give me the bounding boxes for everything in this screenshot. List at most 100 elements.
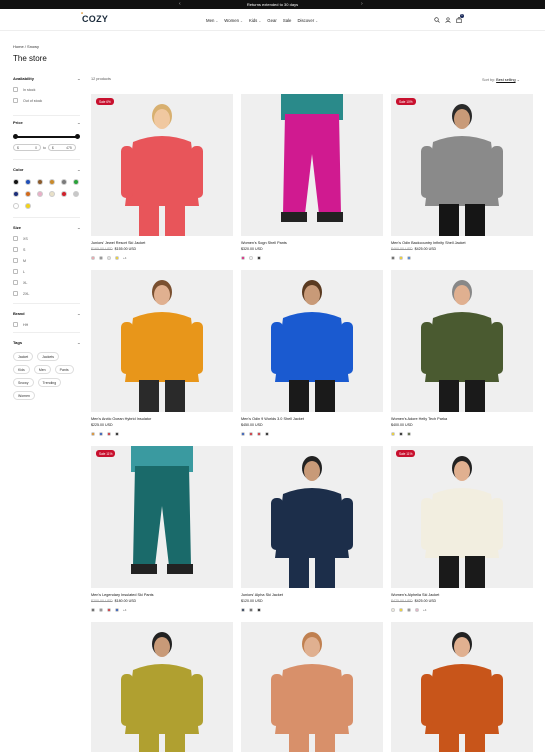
nav-item-discover[interactable]: Discover⌄ bbox=[297, 18, 318, 23]
product-image[interactable] bbox=[91, 622, 233, 752]
color-swatch[interactable] bbox=[73, 179, 79, 185]
product-card[interactable]: Women's Sogn Shell Pants $320.00 USD bbox=[241, 94, 383, 260]
filter-brand-header[interactable]: Brand – bbox=[13, 311, 80, 319]
user-icon[interactable] bbox=[445, 17, 451, 23]
chevron-right-icon[interactable]: › bbox=[361, 1, 363, 7]
color-swatch[interactable] bbox=[25, 179, 31, 185]
product-name[interactable]: Juniors' Alpha Ski Jacket bbox=[241, 593, 383, 597]
color-dot[interactable] bbox=[241, 608, 245, 612]
color-swatch[interactable] bbox=[25, 203, 31, 209]
product-card[interactable]: Men's Odin 9 Worlds 3.0 Shell Jacket $450… bbox=[241, 270, 383, 436]
product-image[interactable] bbox=[391, 270, 533, 412]
product-name[interactable]: Women's Sogn Shell Pants bbox=[241, 241, 383, 245]
color-dot[interactable] bbox=[115, 432, 119, 436]
color-dot[interactable] bbox=[99, 256, 103, 260]
nav-item-gear[interactable]: Gear bbox=[267, 18, 277, 23]
color-dot[interactable] bbox=[99, 432, 103, 436]
color-dot[interactable] bbox=[91, 608, 95, 612]
product-card[interactable]: Men's Arctic Ocean Hybrid Insulator $225.… bbox=[91, 270, 233, 436]
nav-item-kids[interactable]: Kids⌄ bbox=[249, 18, 261, 23]
color-dot[interactable] bbox=[241, 432, 245, 436]
color-dot[interactable] bbox=[399, 432, 403, 436]
nav-item-sale[interactable]: Sale bbox=[283, 18, 292, 23]
filter-option-out-of-stock[interactable]: Out of stock bbox=[13, 95, 80, 106]
tag-chip[interactable]: Kids bbox=[13, 365, 30, 374]
product-name[interactable]: Men's Odin Backcountry Infinity Shell Ja… bbox=[391, 241, 533, 245]
product-image[interactable] bbox=[241, 270, 383, 412]
price-max-handle[interactable] bbox=[75, 134, 80, 139]
filter-availability-header[interactable]: Availability – bbox=[13, 76, 80, 84]
filter-option-size[interactable]: L bbox=[13, 266, 80, 277]
color-swatch[interactable] bbox=[73, 191, 79, 197]
filter-option-in-stock[interactable]: In stock bbox=[13, 84, 80, 95]
product-card[interactable]: Sale 11% Women's Alphelia Ski Jacket $475.… bbox=[391, 446, 533, 612]
product-image[interactable] bbox=[241, 94, 383, 236]
product-image[interactable]: Sale 11% bbox=[91, 446, 233, 588]
product-card[interactable]: Sale 6% Juniors' Jewel Resort Ski Jacket $… bbox=[91, 94, 233, 260]
color-swatch[interactable] bbox=[49, 191, 55, 197]
tag-chip[interactable]: Pants bbox=[54, 365, 74, 374]
product-image[interactable] bbox=[391, 622, 533, 752]
color-dot[interactable] bbox=[265, 432, 269, 436]
price-min-handle[interactable] bbox=[13, 134, 18, 139]
product-name[interactable]: Men's Arctic Ocean Hybrid Insulator bbox=[91, 417, 233, 421]
product-image[interactable]: Sale 11% bbox=[391, 446, 533, 588]
price-to-field[interactable]: $475 bbox=[47, 144, 76, 151]
bag-icon[interactable]: 1 bbox=[456, 14, 464, 24]
color-dot[interactable] bbox=[391, 256, 395, 260]
color-swatch[interactable] bbox=[25, 191, 31, 197]
color-dot[interactable] bbox=[249, 256, 253, 260]
color-dot[interactable] bbox=[107, 608, 111, 612]
sort-dropdown[interactable]: Sort by: Best selling ⌄ bbox=[482, 77, 520, 82]
color-dot[interactable] bbox=[415, 608, 419, 612]
product-name[interactable]: Juniors' Jewel Resort Ski Jacket bbox=[91, 241, 233, 245]
product-card[interactable]: Juniors' Alpha Ski Jacket $120.00 USD bbox=[241, 446, 383, 612]
filter-option-brand[interactable]: HH bbox=[13, 319, 80, 330]
filter-option-size[interactable]: XL bbox=[13, 277, 80, 288]
color-swatch[interactable] bbox=[37, 191, 43, 197]
color-dot[interactable] bbox=[249, 432, 253, 436]
color-swatch[interactable] bbox=[49, 179, 55, 185]
color-dot[interactable] bbox=[399, 256, 403, 260]
product-card[interactable] bbox=[391, 622, 533, 752]
color-swatch[interactable] bbox=[61, 191, 67, 197]
color-dot[interactable] bbox=[107, 256, 111, 260]
color-dot[interactable] bbox=[399, 608, 403, 612]
color-dot[interactable] bbox=[407, 256, 411, 260]
color-dot[interactable] bbox=[391, 432, 395, 436]
color-dot[interactable] bbox=[115, 256, 119, 260]
color-dot[interactable] bbox=[249, 608, 253, 612]
filter-option-size[interactable]: 2XL bbox=[13, 288, 80, 299]
product-name[interactable]: Women's Alphelia Ski Jacket bbox=[391, 593, 533, 597]
filter-price-header[interactable]: Price – bbox=[13, 120, 80, 128]
color-swatch[interactable] bbox=[13, 191, 19, 197]
product-card[interactable] bbox=[91, 622, 233, 752]
price-slider[interactable] bbox=[13, 134, 80, 140]
color-dot[interactable] bbox=[257, 608, 261, 612]
color-swatch[interactable] bbox=[13, 179, 19, 185]
logo[interactable]: • COZY bbox=[81, 11, 108, 24]
color-dot[interactable] bbox=[99, 608, 103, 612]
color-dot[interactable] bbox=[257, 256, 261, 260]
tag-chip[interactable]: Snowy bbox=[13, 378, 34, 387]
product-image[interactable] bbox=[241, 622, 383, 752]
product-image[interactable]: Sale 10% bbox=[391, 94, 533, 236]
product-card[interactable]: Women's Adore Helly Tech Parka $400.00 US… bbox=[391, 270, 533, 436]
breadcrumb-home[interactable]: Home bbox=[13, 44, 24, 49]
filter-option-size[interactable]: XS bbox=[13, 233, 80, 244]
product-name[interactable]: Men's Legendary Insulated Ski Pants bbox=[91, 593, 233, 597]
product-image[interactable] bbox=[241, 446, 383, 588]
color-swatch[interactable] bbox=[37, 179, 43, 185]
checkbox[interactable] bbox=[13, 98, 18, 103]
filter-color-header[interactable]: Color – bbox=[13, 167, 80, 175]
color-dot[interactable] bbox=[407, 432, 411, 436]
tag-chip[interactable]: Women bbox=[13, 391, 35, 400]
tag-chip[interactable]: Trending bbox=[37, 378, 62, 387]
tag-chip[interactable]: Men bbox=[33, 365, 51, 374]
product-name[interactable]: Men's Odin 9 Worlds 3.0 Shell Jacket bbox=[241, 417, 383, 421]
product-card[interactable]: Sale 10% Men's Odin Backcountry Infinity … bbox=[391, 94, 533, 260]
color-dot[interactable] bbox=[115, 608, 119, 612]
product-card[interactable] bbox=[241, 622, 383, 752]
color-swatch[interactable] bbox=[61, 179, 67, 185]
color-swatch[interactable] bbox=[13, 203, 19, 209]
